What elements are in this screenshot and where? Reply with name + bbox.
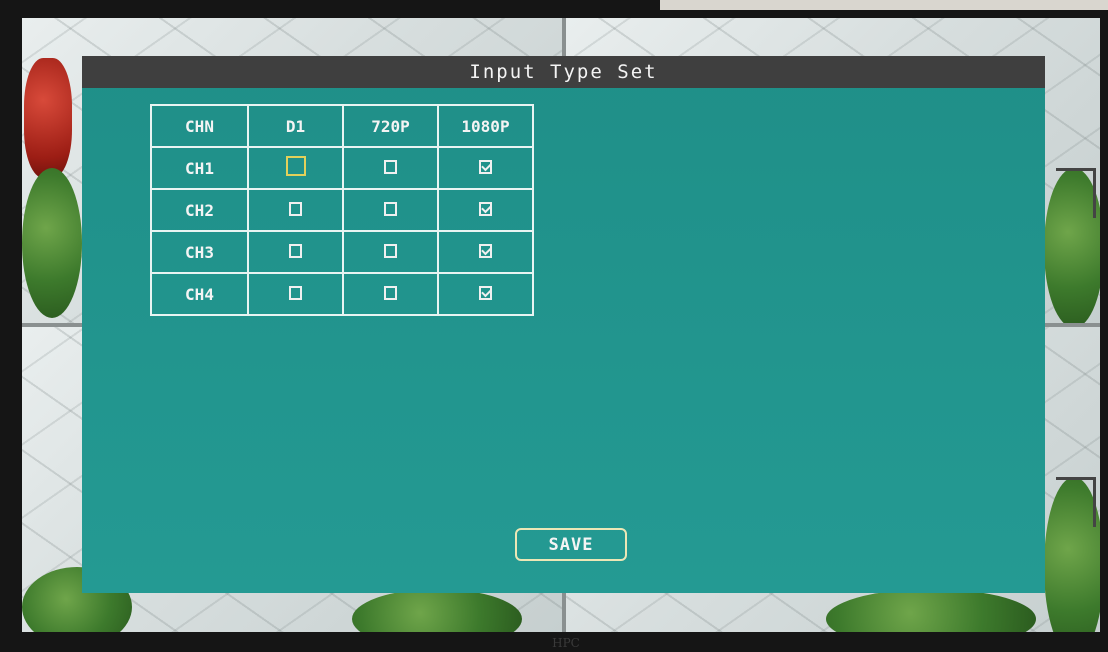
row-label-ch3: CH3 [150,230,249,274]
cell-ch2-720p [342,188,439,232]
dvr-screen: Input Type Set CHN D1 720P 1080P CH1 CH2 [22,18,1100,632]
input-type-set-dialog: Input Type Set CHN D1 720P 1080P CH1 CH2 [82,56,1045,593]
checkbox-ch1-1080p[interactable] [479,159,492,174]
table-row: CH1 [150,146,534,190]
cell-ch4-d1 [247,272,344,316]
cell-ch3-1080p [437,230,534,274]
checkbox-ch4-d1[interactable] [289,285,302,300]
cell-ch1-1080p [437,146,534,190]
checkbox-ch4-1080p[interactable] [479,285,492,300]
cell-ch1-d1 [247,146,344,190]
row-label-ch2: CH2 [150,188,249,232]
table-row: CH4 [150,272,534,316]
railing-image [1056,168,1096,218]
red-vase-image [24,58,72,178]
checkbox-ch2-1080p[interactable] [479,201,492,216]
checkbox-ch4-720p[interactable] [384,285,397,300]
cell-ch3-720p [342,230,439,274]
checkbox-ch1-720p[interactable] [384,159,397,174]
checkbox-ch3-720p[interactable] [384,243,397,258]
monitor-brand-logo: HPC [552,636,580,650]
cell-ch3-d1 [247,230,344,274]
cell-ch4-1080p [437,272,534,316]
row-label-ch1: CH1 [150,146,249,190]
cell-ch2-d1 [247,188,344,232]
cell-ch4-720p [342,272,439,316]
header-720p: 720P [342,104,439,148]
plant-image [22,168,82,318]
table-header-row: CHN D1 720P 1080P [150,104,534,148]
cell-ch2-1080p [437,188,534,232]
plant-image [826,589,1036,632]
checkbox-ch3-1080p[interactable] [479,243,492,258]
table-row: CH2 [150,188,534,232]
checkbox-ch2-d1[interactable] [289,201,302,216]
save-button[interactable]: SAVE [515,528,627,561]
wall-strip [660,0,1108,10]
input-type-table: CHN D1 720P 1080P CH1 CH2 CH3 CH4 [150,104,534,316]
checkbox-ch1-d1[interactable] [285,156,306,176]
row-label-ch4: CH4 [150,272,249,316]
dialog-title: Input Type Set [82,56,1045,88]
monitor: Input Type Set CHN D1 720P 1080P CH1 CH2 [0,0,1108,652]
table-row: CH3 [150,230,534,274]
checkbox-ch3-d1[interactable] [289,243,302,258]
header-1080p: 1080P [437,104,534,148]
header-d1: D1 [247,104,344,148]
railing-image [1056,477,1096,527]
plant-image [352,589,522,632]
cell-ch1-720p [342,146,439,190]
header-chn: CHN [150,104,249,148]
checkbox-ch2-720p[interactable] [384,201,397,216]
